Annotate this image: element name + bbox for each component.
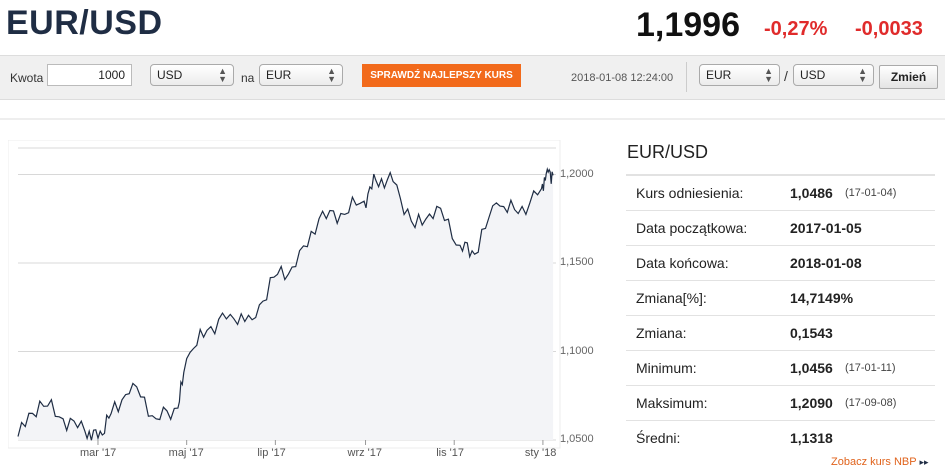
x-tick-label: lis '17 [436,447,464,459]
select-arrows-icon: ▲ ▼ [764,66,773,84]
y-tick-label: 1,1000 [560,344,594,357]
x-tick-label: maj '17 [168,447,204,459]
stats-value: 1,1318 [790,430,833,446]
pair-quote-select[interactable]: USD ▲ ▼ [793,64,874,86]
stats-row: Zmiana[%]: 14,7149% [626,280,935,315]
current-rate: 1,1996 [636,6,740,44]
pair-base-value: EUR [706,68,732,82]
stats-label: Średni: [636,430,681,446]
to-currency-select[interactable]: EUR ▲ ▼ [259,64,343,86]
stats-value: 2017-01-05 [790,220,862,236]
stats-value: 1,0486 [790,185,833,201]
x-tick-label: sty '18 [524,447,557,459]
amount-label: Kwota [10,71,44,85]
nbp-link-label: Zobacz kurs NBP [831,456,917,468]
pair-slash: / [784,68,788,84]
change-pair-button[interactable]: Zmień [879,65,938,89]
chart-canvas [8,140,561,449]
stats-label: Data początkowa: [636,220,748,236]
pair-quote-value: USD [800,68,826,82]
check-best-rate-button[interactable]: SPRAWDŹ NAJLEPSZY KURS [362,64,521,87]
stats-label: Kurs odniesienia: [636,185,744,201]
from-currency-value: USD [157,68,183,82]
y-tick-label: 1,1500 [560,256,594,269]
select-arrows-icon: ▲ ▼ [218,66,227,84]
stats-row: Data początkowa: 2017-01-05 [626,210,935,245]
stats-value: 1,2090 [790,395,833,411]
amount-input[interactable]: 1000 [47,64,132,86]
stats-row: Maksimum: 1,2090 (17-09-08) [626,385,935,420]
select-arrows-icon: ▲ ▼ [327,66,336,84]
stats-date: (17-01-11) [845,362,896,374]
stats-label: Minimum: [636,360,697,376]
to-currency-value: EUR [266,68,292,82]
change-percent: -0,27% [764,18,828,40]
select-arrows-icon: ▲ ▼ [858,66,867,84]
pair-base-select[interactable]: EUR ▲ ▼ [699,64,780,86]
section-divider [0,118,945,120]
stats-row: Zmiana: 0,1543 [626,315,935,350]
stats-date: (17-09-08) [845,397,897,409]
stats-row: Kurs odniesienia: 1,0486 (17-01-04) [626,174,935,210]
quote-timestamp: 2018-01-08 12:24:00 [571,72,674,84]
stats-value: 14,7149% [790,290,854,306]
nbp-rate-link[interactable]: Zobacz kurs NBP ▸▸ [831,456,929,468]
change-absolute: -0,0033 [855,18,923,40]
y-tick-label: 1,0500 [560,433,594,445]
stats-title: EUR/USD [627,142,709,162]
toolbar-divider [686,62,687,92]
stats-row: Data końcowa: 2018-01-08 [626,245,935,280]
from-currency-select[interactable]: USD ▲ ▼ [150,64,234,86]
stats-row: Minimum: 1,0456 (17-01-11) [626,350,935,385]
stats-label: Data końcowa: [636,255,729,271]
stats-label: Maksimum: [636,395,708,411]
y-tick-label: 1,2000 [560,167,594,180]
stats-date: (17-01-04) [845,187,897,199]
rate-chart: 1,2000 1,1500 1,1000 1,0500 mar '17 maj '17 l… [8,140,608,476]
converter-toolbar: Kwota 1000 USD ▲ ▼ na EUR ▲ ▼ SPRAWDŹ NAJL… [0,55,945,100]
stats-value: 0,1543 [790,325,833,341]
stats-panel: EUR/USD Kurs odniesienia: 1,0486 (17-01-04… [626,140,935,455]
double-arrow-icon: ▸▸ [919,457,929,467]
stats-row: Średni: 1,1318 [626,420,935,455]
stats-label: Zmiana: [636,325,687,341]
quote-header: EUR/USD 1,1996 -0,27% -0,0033 [0,0,945,52]
stats-label: Zmiana[%]: [636,290,707,306]
pair-title: EUR/USD [6,4,163,42]
stats-value: 2018-01-08 [790,255,862,271]
x-tick-label: lip '17 [257,447,286,459]
x-tick-label: mar '17 [79,447,117,459]
na-label: na [241,71,255,85]
x-tick-label: wrz '17 [347,447,383,459]
stats-value: 1,0456 [790,360,833,376]
